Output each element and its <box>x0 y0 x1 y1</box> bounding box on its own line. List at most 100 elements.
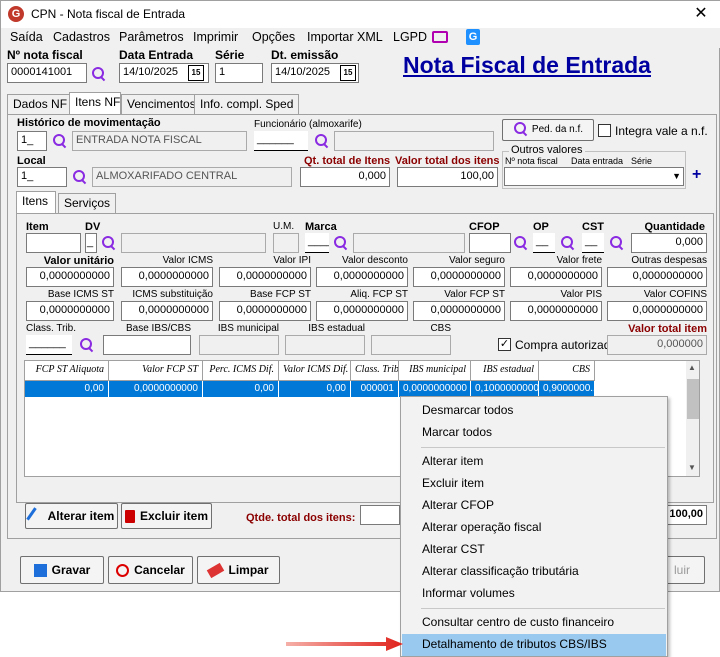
alterar-item-button[interactable]: Alterar item <box>25 503 118 529</box>
calendar-icon-2[interactable]: 15 <box>340 65 356 81</box>
menu-alterar-operacao-fiscal[interactable]: Alterar operação fiscal <box>402 517 666 539</box>
search-func-icon[interactable] <box>314 133 330 149</box>
col-valor-icms-dif[interactable]: Valor ICMS Dif. <box>279 361 351 381</box>
valor-unitario-field[interactable]: 0,0000000000 <box>26 267 114 287</box>
date-in-label: Data Entrada <box>119 48 194 62</box>
menu-imprimir[interactable]: Imprimir <box>193 30 238 44</box>
valor-frete-label: Valor frete <box>556 255 602 266</box>
cst-field[interactable]: __ <box>582 233 604 253</box>
base-ibs-label: Base IBS/CBS <box>125 323 191 334</box>
app-shortcut-icon[interactable]: G <box>466 29 480 45</box>
base-fcp-st-field[interactable]: 0,0000000000 <box>219 301 311 321</box>
base-icms-st-field[interactable]: 0,0000000000 <box>26 301 114 321</box>
menu-informar-volumes[interactable]: Informar volumes <box>402 583 666 605</box>
menu-parametros[interactable]: Parâmetros <box>119 30 184 44</box>
menu-detalhamento-tributos[interactable]: Detalhamento de tributos CBS/IBS <box>402 634 666 656</box>
dv-field[interactable]: _ <box>85 233 97 253</box>
calendar-icon[interactable]: 15 <box>188 65 204 81</box>
col-fcp-st-aliq[interactable]: FCP ST Aliquota <box>25 361 109 381</box>
cancelar-button[interactable]: Cancelar <box>108 556 193 584</box>
tab-vencimentos[interactable]: Vencimentos <box>121 94 202 114</box>
outras-despesas-field[interactable]: 0,0000000000 <box>607 267 707 287</box>
search-op-icon[interactable] <box>560 235 576 251</box>
item-field[interactable] <box>26 233 81 253</box>
col-perc-icms-dif[interactable]: Perc. ICMS Dif. <box>203 361 279 381</box>
valor-icms-label: Valor ICMS <box>162 255 213 266</box>
op-field[interactable]: __ <box>533 233 555 253</box>
cfop-field[interactable] <box>469 233 511 253</box>
menu-alterar-classificacao[interactable]: Alterar classificação tributária <box>402 561 666 583</box>
menu-consultar-centro-custo[interactable]: Consultar centro de custo financeiro <box>402 612 666 634</box>
context-menu: Desmarcar todos Marcar todos Alterar ite… <box>400 396 668 657</box>
local-code-field[interactable]: 1_ <box>17 167 67 187</box>
table-row[interactable]: 0,00 0,0000000000 0,00 0,00 000001 0,000… <box>25 381 595 397</box>
outros-select[interactable]: ▼ <box>504 167 684 186</box>
menu-desmarcar-todos[interactable]: Desmarcar todos <box>402 400 666 422</box>
col-valor-fcp-st[interactable]: Valor FCP ST <box>109 361 203 381</box>
gravar-button[interactable]: Gravar <box>20 556 104 584</box>
col-ibs-municipal[interactable]: IBS municipal <box>399 361 471 381</box>
scroll-thumb[interactable] <box>687 379 699 419</box>
tab-itens-nf[interactable]: Itens NF <box>69 92 121 114</box>
valor-icms-field[interactable]: 0,0000000000 <box>121 267 213 287</box>
menu-cadastros[interactable]: Cadastros <box>53 30 110 44</box>
menu-lgpd[interactable]: LGPD <box>393 30 427 44</box>
search-marca-icon[interactable] <box>333 235 349 251</box>
search-class-trib-icon[interactable] <box>79 337 95 353</box>
limpar-button[interactable]: Limpar <box>197 556 280 584</box>
scroll-down-icon[interactable]: ▼ <box>688 463 696 472</box>
nf-number-field[interactable]: 0000141001 <box>7 63 87 83</box>
search-local-icon[interactable] <box>72 169 88 185</box>
serie-field[interactable]: 1 <box>215 63 263 83</box>
valor-pis-field[interactable]: 0,0000000000 <box>510 301 602 321</box>
subtab-servicos[interactable]: Serviços <box>58 193 117 213</box>
func-code-field[interactable]: ______ <box>254 131 308 151</box>
cbs-label: CBS <box>430 323 451 334</box>
red-arrow-icon <box>286 637 403 651</box>
valor-desconto-field[interactable]: 0,0000000000 <box>316 267 408 287</box>
menu-alterar-cst[interactable]: Alterar CST <box>402 539 666 561</box>
valor-frete-field[interactable]: 0,0000000000 <box>510 267 602 287</box>
grid-scrollbar[interactable]: ▲ ▼ <box>686 361 699 476</box>
um-field <box>273 233 299 253</box>
menu-importar-xml[interactable]: Importar XML <box>307 30 383 44</box>
col-cbs[interactable]: CBS <box>539 361 595 381</box>
subtab-itens[interactable]: Itens <box>16 191 56 213</box>
aliq-fcp-st-field[interactable]: 0,0000000000 <box>316 301 408 321</box>
search-item-icon[interactable] <box>101 235 117 251</box>
compra-checkbox[interactable]: ✓ <box>498 338 511 351</box>
class-trib-field[interactable]: ______ <box>26 335 72 355</box>
col-ibs-estadual[interactable]: IBS estadual <box>471 361 539 381</box>
quantidade-field[interactable]: 0,000 <box>631 233 707 253</box>
valor-fcp-st-field[interactable]: 0,0000000000 <box>413 301 505 321</box>
hist-code-field[interactable]: 1_ <box>17 131 47 151</box>
close-button[interactable]: ✕ <box>689 3 713 25</box>
search-nf-icon[interactable] <box>91 66 107 82</box>
menu-excluir-item[interactable]: Excluir item <box>402 473 666 495</box>
excluir-item-button[interactable]: Excluir item <box>121 503 212 529</box>
valor-seguro-label: Valor seguro <box>449 255 505 266</box>
ped-nf-button[interactable]: Ped. da n.f. <box>502 119 594 141</box>
menu-alterar-cfop[interactable]: Alterar CFOP <box>402 495 666 517</box>
search-cfop-icon[interactable] <box>513 235 529 251</box>
monitor-icon[interactable] <box>432 31 448 43</box>
base-ibs-field[interactable] <box>103 335 191 355</box>
menu-alterar-item[interactable]: Alterar item <box>402 451 666 473</box>
tab-info-compl-sped[interactable]: Info. compl. Sped <box>194 94 300 114</box>
icms-subst-field[interactable]: 0,0000000000 <box>121 301 213 321</box>
valor-ipi-field[interactable]: 0,0000000000 <box>219 267 311 287</box>
scroll-up-icon[interactable]: ▲ <box>688 363 696 372</box>
integra-checkbox[interactable] <box>598 124 611 137</box>
col-class-trib[interactable]: Class. Trib. <box>351 361 399 381</box>
marca-field[interactable]: ____ <box>305 233 329 253</box>
valor-seguro-field[interactable]: 0,0000000000 <box>413 267 505 287</box>
tab-dados-nf[interactable]: Dados NF <box>7 94 74 114</box>
menu-marcar-todos[interactable]: Marcar todos <box>402 422 666 444</box>
add-outros-button[interactable]: + <box>692 166 701 184</box>
menu-opcoes[interactable]: Opções <box>252 30 295 44</box>
search-cst-icon[interactable] <box>609 235 625 251</box>
integra-label: Integra vale a n.f. <box>615 124 708 138</box>
search-hist-icon[interactable] <box>52 133 68 149</box>
valor-cofins-field[interactable]: 0,0000000000 <box>607 301 707 321</box>
menu-saida[interactable]: Saída <box>10 30 43 44</box>
